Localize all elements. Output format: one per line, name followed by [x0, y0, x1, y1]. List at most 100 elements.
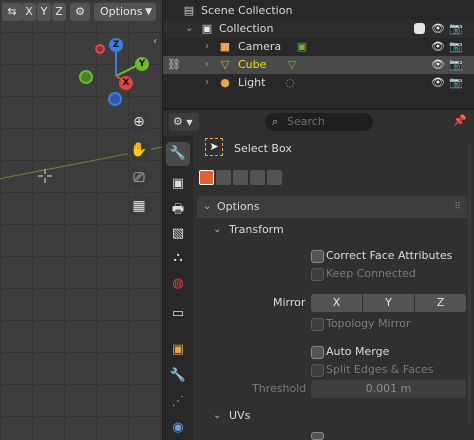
topology-mirror-label: Topology Mirror	[326, 317, 411, 330]
properties-editor-icon: ⚙	[173, 115, 183, 128]
outliner-row-camera[interactable]: › ■ Camera ▣ 👁 📷	[163, 38, 474, 56]
mode-set-button[interactable]	[199, 170, 214, 185]
tab-physics[interactable]: ◉	[166, 416, 190, 440]
transform-section-header[interactable]: ⌄ Transform	[197, 220, 467, 240]
search-icon: ⌕	[272, 115, 279, 128]
3d-cursor-icon	[38, 169, 52, 183]
threshold-field[interactable]: 0.001 m	[311, 380, 466, 398]
mirror-icon: ⇆	[7, 5, 17, 18]
tab-world[interactable]: ◍	[166, 272, 190, 296]
gear-icon: ⚙	[75, 5, 85, 18]
gizmo-neg-y-ball[interactable]	[95, 44, 105, 54]
chevron-down-icon[interactable]: ⌄	[185, 20, 193, 38]
tab-collection[interactable]: ▭	[166, 302, 190, 326]
options-dropdown[interactable]: Options ▼	[94, 3, 156, 21]
properties-header: ⚙ ▼ ⌕ Search 📌	[163, 110, 474, 136]
mirror-y-button[interactable]: Y	[363, 294, 414, 312]
auto-merge-checkbox[interactable]	[311, 346, 324, 359]
topology-mirror-checkbox[interactable]	[311, 318, 324, 331]
outliner-row-collection[interactable]: ⌄ ▣ Collection 👁 📷	[163, 20, 474, 38]
tab-tool[interactable]: 🔧	[166, 142, 190, 166]
chevron-down-icon: ⌄	[203, 201, 212, 212]
render-camera-icon[interactable]: 📷	[449, 56, 463, 74]
editor-type-dropdown[interactable]: ⚙ ▼	[169, 113, 199, 131]
navigation-gizmo[interactable]: Z Y X	[74, 32, 158, 116]
mode-intersect-button[interactable]	[267, 170, 282, 185]
chevron-right-icon[interactable]: ›	[205, 56, 209, 74]
render-camera-icon[interactable]: 📷	[449, 20, 463, 38]
exclude-checkbox[interactable]	[414, 23, 425, 34]
chevron-right-icon[interactable]: ›	[205, 38, 209, 56]
mirror-label: Mirror	[273, 296, 306, 309]
render-camera-icon[interactable]: 📷	[449, 74, 463, 92]
tab-view-layer[interactable]: ▧	[166, 222, 190, 246]
chevron-down-icon: ⌄	[213, 410, 222, 421]
render-camera-icon[interactable]: 📷	[449, 38, 463, 56]
mode-subtract-button[interactable]	[233, 170, 248, 185]
object-label-cube: Cube	[238, 58, 267, 71]
chevron-right-icon[interactable]: ›	[205, 74, 209, 92]
uvs-option-checkbox[interactable]	[311, 432, 324, 440]
tab-output[interactable]: 🖶	[166, 198, 190, 222]
eye-icon[interactable]: 👁	[431, 38, 445, 56]
perspective-grid-icon[interactable]: ▦	[127, 194, 151, 218]
camera-data-icon: ▣	[296, 40, 308, 53]
mode-invert-button[interactable]	[250, 170, 265, 185]
axis-z-toggle[interactable]: Z	[52, 3, 66, 21]
properties-scrollbar[interactable]	[468, 144, 471, 424]
pin-icon[interactable]: 📌	[453, 114, 467, 127]
camera-view-icon[interactable]: ⎚	[127, 166, 151, 190]
uvs-section-header[interactable]: ⌄ UVs	[197, 406, 467, 426]
gear-button[interactable]: ⚙	[70, 3, 90, 21]
outliner-row-light[interactable]: › ● Light ◌ 👁 📷	[163, 74, 474, 92]
chevron-down-icon: ▼	[186, 118, 193, 127]
link-icon: ⛓	[167, 58, 181, 71]
outliner-row-cube[interactable]: ⛓ › ▽ Cube ▽ 👁 📷	[163, 56, 474, 74]
tool-name-label: Select Box	[234, 142, 292, 155]
correct-face-attributes-checkbox[interactable]	[311, 250, 324, 263]
eye-icon[interactable]: 👁	[431, 74, 445, 92]
chevron-down-icon: ⌄	[213, 224, 222, 235]
hand-pan-icon[interactable]: ✋	[127, 138, 151, 162]
eye-icon[interactable]: 👁	[431, 20, 445, 38]
outliner: ▤ Scene Collection ⌄ ▣ Collection 👁 📷 › …	[163, 0, 474, 108]
axis-x-toggle[interactable]: X	[22, 3, 36, 21]
mirror-axis-buttons: X Y Z	[311, 294, 466, 312]
tab-modifiers[interactable]: 🔧	[166, 364, 190, 388]
split-edges-faces-checkbox[interactable]	[311, 364, 324, 377]
object-label-light: Light	[238, 76, 266, 89]
eye-icon[interactable]: 👁	[431, 56, 445, 74]
tab-object[interactable]: ▣	[166, 338, 190, 362]
axis-y-toggle[interactable]: Y	[37, 3, 51, 21]
gizmo-y-ball[interactable]: Y	[135, 57, 149, 71]
collection-icon: ▣	[201, 22, 213, 35]
mode-extend-button[interactable]	[216, 170, 231, 185]
gizmo-neg-z-ball[interactable]	[108, 92, 122, 106]
gizmo-z-ball[interactable]: Z	[109, 38, 123, 52]
3d-viewport[interactable]: ⇆ X Y Z ⚙ Options ▼ Z Y X ⊕ ✋ ⎚ ▦	[0, 0, 162, 440]
options-panel-header[interactable]: ⌄ Options ⠿	[197, 196, 467, 218]
scene-collection-label: Scene Collection	[201, 4, 293, 17]
options-panel-title: Options	[217, 200, 260, 213]
search-field[interactable]: ⌕ Search	[265, 113, 373, 131]
scene-collection-icon: ▤	[183, 4, 195, 17]
mirror-x-button[interactable]: X	[311, 294, 362, 312]
tab-scene[interactable]: ⛬	[166, 246, 190, 270]
split-edges-faces-label: Split Edges & Faces	[326, 363, 434, 376]
gizmo-x-ball[interactable]: X	[119, 76, 133, 90]
auto-merge-label: Auto Merge	[326, 345, 390, 358]
mirror-z-button[interactable]: Z	[415, 294, 466, 312]
tab-render[interactable]: ▣	[166, 172, 190, 196]
gizmo-neg-x-ball[interactable]	[79, 70, 93, 84]
correct-face-attributes-label: Correct Face Attributes	[326, 249, 453, 262]
drag-handle-icon[interactable]: ⠿	[454, 196, 461, 218]
mirror-toggle-button[interactable]: ⇆	[2, 3, 22, 21]
zoom-icon[interactable]: ⊕	[127, 110, 151, 134]
keep-connected-checkbox[interactable]	[311, 268, 324, 281]
collapse-arrow-icon[interactable]: ‹	[153, 36, 157, 47]
outliner-row-scene-collection[interactable]: ▤ Scene Collection	[163, 2, 474, 20]
camera-object-icon: ■	[219, 40, 231, 53]
tab-particles[interactable]: ⋰	[166, 390, 190, 414]
options-label: Options	[100, 5, 143, 18]
threshold-label: Threshold	[252, 382, 307, 395]
